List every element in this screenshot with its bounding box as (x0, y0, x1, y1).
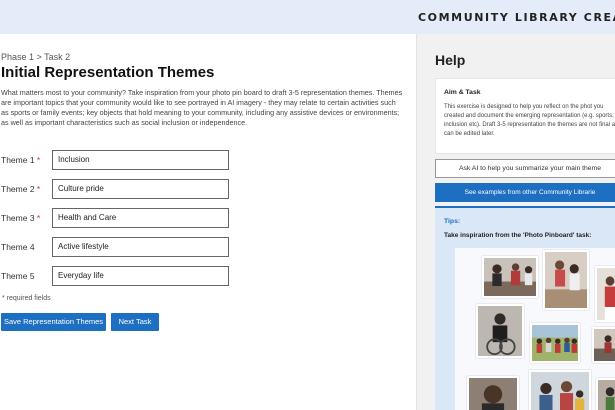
photo-martial-arts (543, 250, 589, 310)
photo-performer (595, 266, 615, 322)
see-examples-button[interactable]: See examples from other Community Librar… (435, 183, 615, 202)
app-brand: COMMUNITY LIBRARY CREAT (418, 11, 615, 24)
tips-text: Take inspiration from the 'Photo Pinboar… (444, 232, 591, 239)
photo-pinboard (455, 248, 615, 410)
theme-label-2: Theme 2 * (1, 184, 40, 194)
top-bar: COMMUNITY LIBRARY CREAT (0, 0, 615, 34)
help-panel: Help Aim & Task This exercise is designe… (416, 34, 615, 410)
intro-text: What matters most to your community? Tak… (1, 88, 405, 128)
theme-label-3: Theme 3 * (1, 213, 40, 223)
help-title: Help (435, 52, 465, 68)
aim-text: This exercise is designed to help you re… (444, 103, 615, 139)
photo-wheelchair-user (476, 304, 524, 358)
theme-3-input[interactable]: Health and Care (52, 208, 229, 228)
photo-child (596, 378, 615, 410)
tips-title: Tips: (444, 218, 460, 225)
aim-card: Aim & Task This exercise is designed to … (435, 78, 615, 154)
next-task-button[interactable]: Next Task (111, 313, 159, 331)
main-panel: Phase 1 > Task 2 Initial Representation … (0, 34, 416, 410)
required-note: * required fields (2, 295, 51, 302)
theme-4-input[interactable]: Active lifestyle (52, 237, 229, 257)
tips-box: Tips: Take inspiration from the 'Photo P… (435, 206, 615, 410)
theme-row-3: Theme 3 * Health and Care (0, 208, 260, 228)
photo-street (592, 327, 615, 363)
theme-label-5: Theme 5 (1, 271, 35, 281)
photo-family (529, 370, 591, 410)
theme-row-4: Theme 4 Active lifestyle (0, 237, 260, 257)
photo-dancers (482, 256, 538, 298)
theme-5-input[interactable]: Everyday life (52, 266, 229, 286)
theme-row-5: Theme 5 Everyday life (0, 266, 260, 286)
theme-2-input[interactable]: Culture pride (52, 179, 229, 199)
theme-label-1: Theme 1 * (1, 155, 40, 165)
ask-ai-button[interactable]: Ask AI to help you summarize your main t… (435, 159, 615, 178)
breadcrumb: Phase 1 > Task 2 (1, 52, 70, 62)
theme-row-2: Theme 2 * Culture pride (0, 179, 260, 199)
aim-title: Aim & Task (444, 89, 481, 96)
page-title: Initial Representation Themes (1, 64, 214, 81)
theme-1-input[interactable]: Inclusion (52, 150, 229, 170)
theme-row-1: Theme 1 * Inclusion (0, 150, 260, 170)
save-themes-button[interactable]: Save Representation Themes (1, 313, 106, 331)
photo-crowd (530, 323, 580, 363)
theme-label-4: Theme 4 (1, 242, 35, 252)
photo-portrait (467, 376, 519, 410)
